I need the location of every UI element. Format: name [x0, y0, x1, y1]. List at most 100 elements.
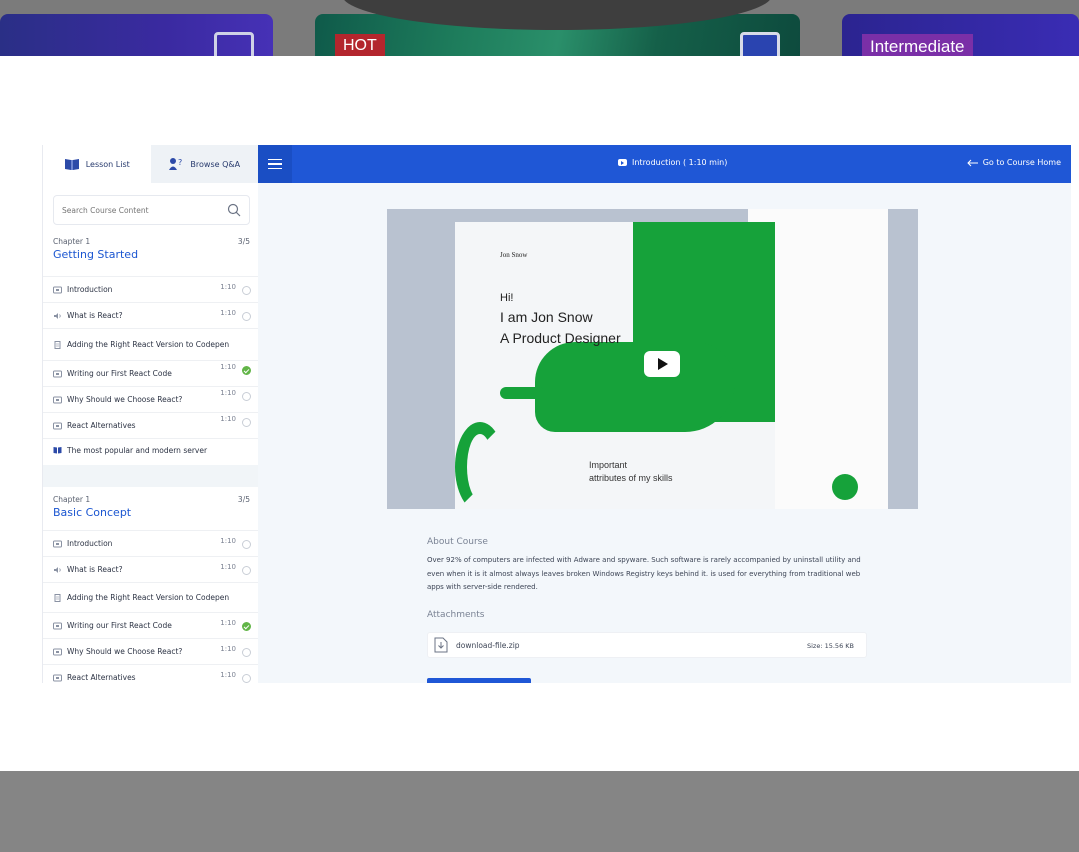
lesson-title: Adding the Right React Version to Codepe…: [67, 340, 230, 349]
video-logo-text: Jon Snow: [500, 251, 528, 259]
chapter-header[interactable]: Chapter 1 3/5 Getting Started: [43, 233, 258, 277]
lesson-status-checkbox[interactable]: [242, 674, 251, 683]
chapter-title: Getting Started: [53, 248, 139, 261]
video-frame-page: Jon Snow Hi! I am Jon Snow A Product Des…: [455, 222, 775, 509]
chapter-title: Basic Concept: [53, 506, 132, 519]
video-icon: [53, 422, 62, 429]
hamburger-icon: [268, 163, 282, 165]
chapter-number: Chapter 1: [53, 495, 91, 504]
video-decor-dot: [832, 474, 858, 500]
video-section-line: Important: [589, 460, 628, 470]
lesson-title: What is React?: [67, 565, 123, 574]
hamburger-icon: [268, 158, 282, 161]
video-decor-shape: [535, 342, 735, 432]
lesson-status-checkbox[interactable]: [242, 312, 251, 321]
course-home-link[interactable]: Go to Course Home: [966, 158, 1061, 167]
lesson-duration: 1:10: [220, 309, 236, 317]
download-file-icon: [434, 637, 448, 653]
video-player[interactable]: Jon Snow Hi! I am Jon Snow A Product Des…: [387, 209, 918, 509]
video-icon: [53, 648, 62, 655]
chapter-divider: [43, 465, 258, 487]
attachment-file-name: download-file.zip: [456, 640, 520, 650]
about-course-title: About Course: [427, 537, 488, 547]
lesson-status-checkbox[interactable]: [242, 540, 251, 549]
hamburger-icon: [268, 167, 282, 170]
chapter-progress: 3/5: [237, 237, 250, 246]
video-greeting: Hi!: [500, 292, 514, 304]
tab-lesson-list[interactable]: Lesson List: [43, 145, 151, 183]
video-decor-arc: [455, 422, 505, 509]
about-course-section: About Course Over 92% of computers are i…: [427, 537, 877, 595]
lesson-status-checkbox[interactable]: [242, 286, 251, 295]
lesson-item[interactable]: The most popular and modern server: [43, 439, 258, 461]
lesson-item[interactable]: React Alternatives 1:10: [43, 413, 258, 439]
lesson-item[interactable]: What is React? 1:10: [43, 303, 258, 329]
course-home-label: Go to Course Home: [982, 158, 1061, 167]
audio-icon: [54, 312, 61, 319]
chapter-header[interactable]: Chapter 1 3/5 Basic Concept: [43, 487, 258, 531]
video-play-icon: [618, 159, 627, 166]
video-icon: [53, 370, 62, 377]
play-button-icon[interactable]: [644, 351, 680, 377]
lesson-item[interactable]: Why Should we Choose React? 1:10: [43, 639, 258, 665]
lesson-completed-check-icon[interactable]: [242, 366, 251, 375]
lesson-duration: 1:10: [220, 671, 236, 679]
video-section-heading: Important attributes of my skills: [589, 459, 673, 485]
video-icon: [53, 286, 62, 293]
video-decor-button: [500, 387, 545, 399]
bookmark-icon: [740, 32, 780, 56]
tab-browse-qa[interactable]: ? Browse Q&A: [150, 145, 258, 183]
primary-action-button[interactable]: [427, 678, 531, 683]
lesson-status-checkbox[interactable]: [242, 392, 251, 401]
lesson-duration: 1:10: [220, 537, 236, 545]
lesson-duration: 1:10: [220, 645, 236, 653]
lesson-item[interactable]: What is React? 1:10: [43, 557, 258, 583]
lesson-status-checkbox[interactable]: [242, 566, 251, 575]
audio-icon: [54, 566, 61, 573]
lesson-item[interactable]: Adding the Right React Version to Codepe…: [43, 329, 258, 361]
tab-label: Browse Q&A: [190, 159, 241, 169]
book-icon: [53, 447, 62, 454]
chapter-number: Chapter 1: [53, 237, 91, 246]
lesson-item[interactable]: Introduction 1:10: [43, 277, 258, 303]
video-job-line: A Product Designer: [500, 330, 621, 346]
lesson-content: Introduction ( 1:10 min) Go to Course Ho…: [258, 145, 1071, 683]
svg-text:?: ?: [178, 158, 182, 167]
tab-label: Lesson List: [85, 159, 130, 169]
lesson-status-checkbox[interactable]: [242, 418, 251, 427]
about-course-text: Over 92% of computers are infected with …: [427, 556, 861, 591]
lesson-status-checkbox[interactable]: [242, 648, 251, 657]
hot-badge: HOT: [335, 34, 385, 56]
file-icon: [54, 340, 61, 349]
video-icon: [53, 622, 62, 629]
lesson-title: Writing our First React Code: [67, 369, 172, 378]
lesson-item[interactable]: Introduction 1:10: [43, 531, 258, 557]
lesson-duration: 1:10: [220, 415, 236, 423]
video-icon: [53, 540, 62, 547]
bookmark-icon: [214, 32, 254, 56]
search-icon[interactable]: [227, 203, 241, 217]
search-input[interactable]: [62, 205, 227, 215]
video-name-line: I am Jon Snow: [500, 309, 593, 325]
lesson-header: Introduction ( 1:10 min) Go to Course Ho…: [258, 145, 1071, 183]
lesson-item[interactable]: Why Should we Choose React? 1:10: [43, 387, 258, 413]
lesson-duration: 1:10: [220, 619, 236, 627]
lesson-item[interactable]: Adding the Right React Version to Codepe…: [43, 583, 258, 613]
lesson-title: Writing our First React Code: [67, 621, 172, 630]
lesson-duration: 1:10: [220, 363, 236, 371]
menu-toggle-button[interactable]: [258, 145, 292, 183]
file-icon: [54, 593, 61, 602]
lesson-completed-check-icon[interactable]: [242, 622, 251, 631]
lesson-item[interactable]: Writing our First React Code 1:10: [43, 613, 258, 639]
lesson-duration: 1:10: [220, 283, 236, 291]
lesson-item[interactable]: Writing our First React Code 1:10: [43, 361, 258, 387]
lesson-item[interactable]: React Alternatives 1:10: [43, 665, 258, 683]
attachments-title: Attachments: [427, 610, 485, 620]
level-badge: Intermediate: [862, 34, 973, 56]
attachment-item[interactable]: download-file.zip Size: 15.56 KB: [427, 632, 867, 658]
lesson-title: React Alternatives: [67, 673, 136, 682]
lesson-title: Adding the Right React Version to Codepe…: [67, 593, 230, 602]
attachment-file-size: Size: 15.56 KB: [807, 642, 854, 650]
lesson-title: Why Should we Choose React?: [67, 647, 183, 656]
video-icon: [53, 396, 62, 403]
